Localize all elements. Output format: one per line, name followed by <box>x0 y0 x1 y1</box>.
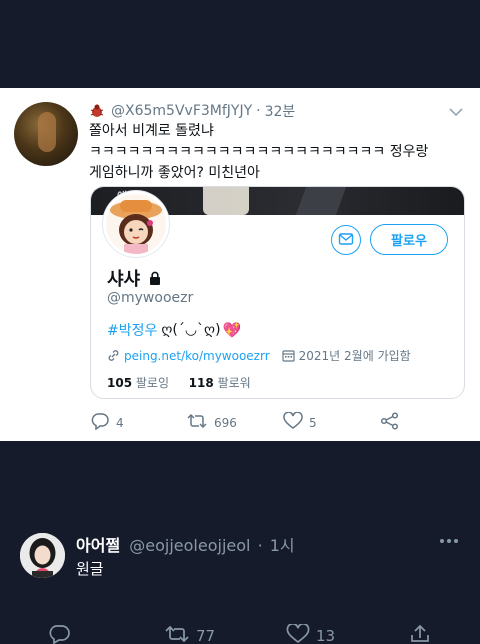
reply-icon <box>47 624 71 644</box>
followers-count[interactable]: 118 <box>189 376 214 390</box>
lock-icon <box>148 271 162 285</box>
reply-retweet-button[interactable]: 77 <box>164 624 215 644</box>
like-count: 5 <box>309 415 317 430</box>
reply-time[interactable]: 1시 <box>270 536 295 555</box>
tweet-username[interactable]: @X65m5VvF3MfJYJY <box>111 103 252 119</box>
followers-label[interactable]: 팔로워 <box>218 376 251 390</box>
follow-counts: 105 팔로잉 118 팔로워 <box>107 374 251 391</box>
reply-button[interactable]: 4 <box>90 412 124 433</box>
profile-meta: peing.net/ko/mywooezrr 2021년 2월에 가입함 <box>107 347 411 364</box>
reply-author-handle[interactable]: @eojjeoleojjeol <box>129 536 250 555</box>
share-icon <box>408 624 432 644</box>
reply-actions: 77 13 <box>0 622 480 644</box>
tweet-time[interactable]: 32분 <box>265 101 296 121</box>
bug-icon <box>89 103 105 119</box>
profile-bio: #박정우 ღ(ˊ◡ˋღ) 💖 <box>107 320 241 340</box>
following-count[interactable]: 105 <box>107 376 132 390</box>
reply-reply-button[interactable] <box>47 624 71 644</box>
reply-header: 아어쩔 @eojjeoleojjeol · 1시 <box>76 532 295 556</box>
profile-avatar[interactable] <box>103 191 169 257</box>
reply-like-count: 13 <box>316 627 336 644</box>
tweet-separator: · <box>256 103 261 119</box>
share-icon <box>380 412 400 433</box>
like-button[interactable]: 5 <box>283 411 317 433</box>
tweet-actions: 4 696 5 <box>90 411 410 433</box>
message-button[interactable] <box>331 225 361 255</box>
tweet-line-3: 게임하니까 좋았어? 미친년아 <box>89 165 260 181</box>
tweet-line-1: 쫄아서 비계로 돌렸냐 <box>89 123 214 139</box>
following-label[interactable]: 팔로잉 <box>136 376 169 390</box>
heart-icon <box>283 411 303 433</box>
profile-display-name: 샤샤 <box>107 265 162 291</box>
author-avatar[interactable] <box>14 102 78 166</box>
tweet-header: @X65m5VvF3MfJYJY · 32분 <box>89 100 295 122</box>
more-options-icon[interactable] <box>440 539 458 543</box>
display-name-text: 샤샤 <box>107 269 141 290</box>
chevron-down-icon[interactable] <box>448 103 464 122</box>
reply-like-button[interactable]: 13 <box>286 622 336 644</box>
reply-retweet-count: 77 <box>196 627 216 644</box>
tweet-text: 쫄아서 비계로 돌렸냐 ㅋㅋㅋㅋㅋㅋㅋㅋㅋㅋㅋㅋㅋㅋㅋㅋㅋㅋㅋㅋㅋㅋㅋ 정우랑 … <box>89 121 449 184</box>
reply-count: 4 <box>116 415 124 430</box>
reply-share-button[interactable] <box>408 624 432 644</box>
reply-separator: · <box>257 536 263 555</box>
tweet-line-2: ㅋㅋㅋㅋㅋㅋㅋㅋㅋㅋㅋㅋㅋㅋㅋㅋㅋㅋㅋㅋㅋㅋㅋ 정우랑 <box>89 144 429 160</box>
follow-button[interactable]: 팔로우 <box>370 224 448 255</box>
heart-icon <box>286 622 310 644</box>
bio-kaomoji: ღ(ˊ◡ˋღ) <box>161 322 221 338</box>
bio-hashtag[interactable]: #박정우 <box>107 320 157 340</box>
joined-date: 2021년 2월에 가입함 <box>298 349 411 363</box>
banner-shape <box>203 187 249 215</box>
retweet-count: 696 <box>214 415 237 430</box>
profile-handle: @mywooezr <box>107 290 194 306</box>
link-icon <box>107 349 120 362</box>
retweet-button[interactable]: 696 <box>186 412 237 433</box>
sparkling-heart-icon: 💖 <box>222 321 242 339</box>
reply-author-name[interactable]: 아어쩔 <box>76 536 120 555</box>
retweet-icon <box>164 624 190 644</box>
retweet-icon <box>186 412 208 433</box>
profile-link[interactable]: peing.net/ko/mywooezrr <box>124 349 270 363</box>
calendar-icon <box>282 349 295 362</box>
reply-author-avatar[interactable] <box>20 533 65 578</box>
share-button[interactable] <box>380 412 400 433</box>
reply-text: 원글 <box>76 560 104 578</box>
envelope-icon <box>338 231 354 250</box>
banner-shape <box>295 187 347 215</box>
reply-icon <box>90 412 110 433</box>
